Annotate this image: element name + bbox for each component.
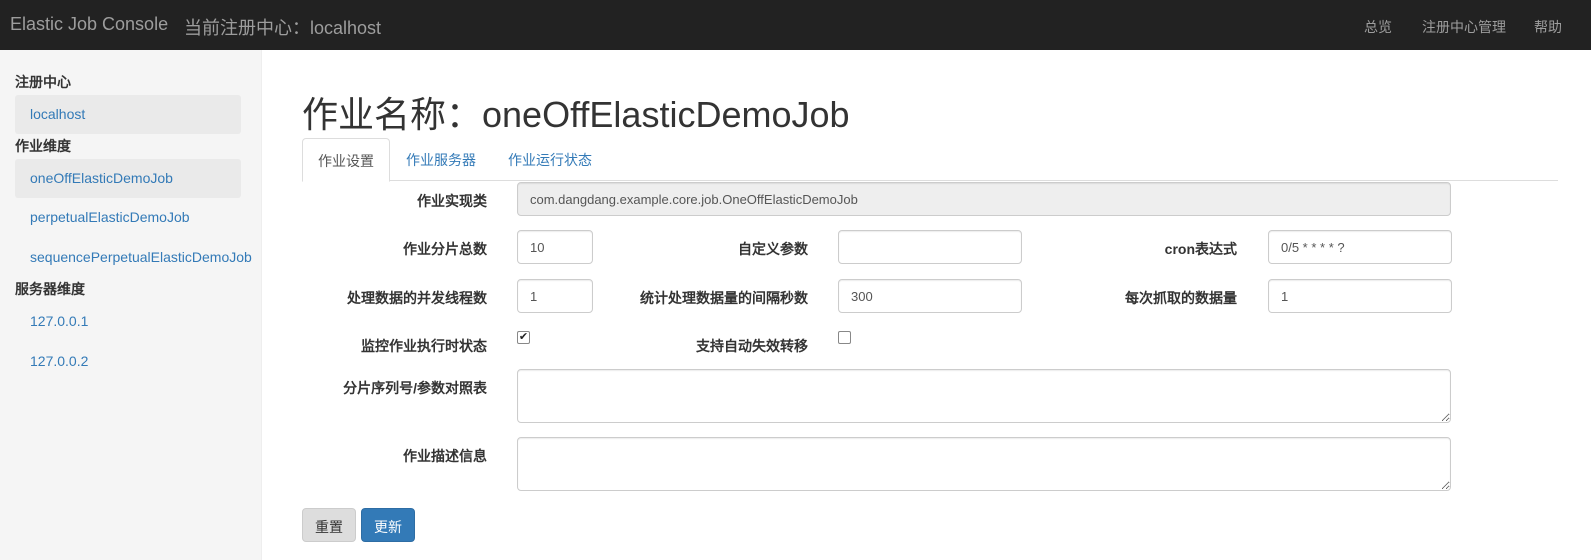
cron-input[interactable]	[1268, 230, 1452, 264]
description-textarea[interactable]	[517, 437, 1451, 491]
sharding-params-label: 分片序列号/参数对照表	[343, 380, 487, 396]
custom-param-label: 自定义参数	[738, 241, 808, 257]
job-class-label: 作业实现类	[417, 193, 487, 209]
sidebar: 注册中心 localhost 作业维度 oneOffElasticDemoJob…	[0, 50, 262, 560]
stat-interval-input[interactable]	[838, 279, 1022, 313]
custom-param-input[interactable]	[838, 230, 1022, 264]
stat-interval-label: 统计处理数据量的间隔秒数	[640, 290, 808, 306]
sidebar-title-registry: 注册中心	[15, 74, 71, 90]
navbar: Elastic Job Console 当前注册中心：localhost 总览 …	[0, 0, 1591, 50]
brand-link[interactable]: Elastic Job Console	[10, 14, 168, 35]
tab-job-status[interactable]: 作业运行状态	[493, 138, 607, 181]
nav-overview[interactable]: 总览	[1364, 17, 1392, 37]
tab-bar: 作业设置 作业服务器 作业运行状态	[302, 138, 1558, 182]
nav-help[interactable]: 帮助	[1534, 17, 1562, 37]
nav-registry-management[interactable]: 注册中心管理	[1422, 17, 1506, 37]
failover-label: 支持自动失效转移	[696, 338, 808, 354]
tab-job-settings[interactable]: 作业设置	[302, 138, 390, 182]
sidebar-title-jobs: 作业维度	[15, 138, 71, 154]
sidebar-item-job-perpetual[interactable]: perpetualElasticDemoJob	[15, 198, 241, 237]
sidebar-item-job-oneoff[interactable]: oneOffElasticDemoJob	[15, 159, 241, 198]
reset-button[interactable]: 重置	[302, 508, 356, 542]
job-class-input[interactable]	[517, 182, 1451, 216]
failover-checkbox[interactable]	[838, 331, 851, 344]
update-button[interactable]: 更新	[361, 508, 415, 542]
sidebar-title-servers: 服务器维度	[15, 281, 85, 297]
fetch-count-input[interactable]	[1268, 279, 1452, 313]
current-registry-text: 当前注册中心：localhost	[184, 18, 382, 38]
description-label: 作业描述信息	[403, 448, 487, 464]
cron-label: cron表达式	[1164, 241, 1237, 257]
sharding-params-textarea[interactable]	[517, 369, 1451, 423]
sidebar-item-localhost[interactable]: localhost	[15, 95, 241, 134]
concurrent-threads-label: 处理数据的并发线程数	[347, 290, 487, 306]
page-title: 作业名称：oneOffElasticDemoJob	[302, 94, 850, 135]
monitor-status-checkbox[interactable]: ✔	[517, 331, 530, 344]
monitor-status-label: 监控作业执行时状态	[361, 338, 487, 354]
sidebar-item-server-1[interactable]: 127.0.0.1	[15, 302, 241, 341]
sidebar-item-job-sequence[interactable]: sequencePerpetualElasticDemoJob	[15, 238, 252, 277]
concurrent-threads-input[interactable]	[517, 279, 593, 313]
sidebar-item-server-2[interactable]: 127.0.0.2	[15, 342, 241, 381]
sharding-total-label: 作业分片总数	[403, 241, 487, 257]
fetch-count-label: 每次抓取的数据量	[1125, 290, 1237, 306]
sharding-total-input[interactable]	[517, 230, 593, 264]
tab-job-servers[interactable]: 作业服务器	[391, 138, 491, 181]
